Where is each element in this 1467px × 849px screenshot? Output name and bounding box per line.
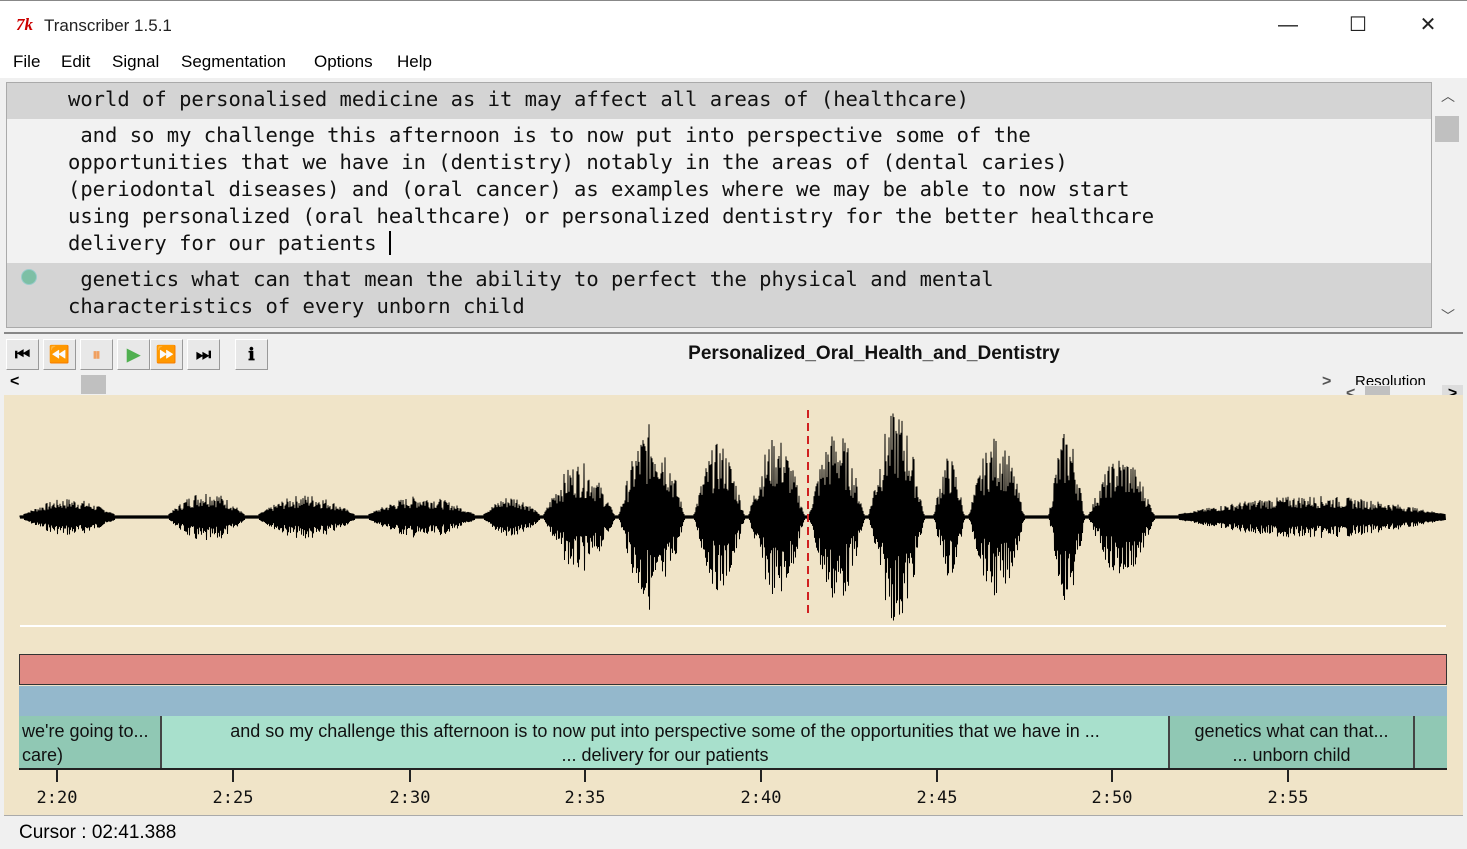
segment-text: and so my challenge this afternoon is to…: [68, 123, 1155, 255]
segment-line: ... unborn child: [1232, 745, 1351, 765]
scroll-left-icon[interactable]: <: [10, 373, 19, 391]
menu-bar: File Edit Signal Segmentation Options He…: [0, 48, 1467, 78]
timeline-label: 2:45: [916, 788, 958, 808]
menu-options[interactable]: Options: [314, 52, 373, 72]
menu-edit[interactable]: Edit: [61, 52, 90, 72]
resolution-label: Resolution: [1355, 373, 1426, 385]
menu-file[interactable]: File: [13, 52, 40, 72]
title-bar: 7k Transcriber 1.5.1 — ☐ ✕: [0, 0, 1467, 48]
timeline-label: 2:55: [1267, 788, 1309, 808]
timeline-label: 2:30: [389, 788, 431, 808]
timeline-tick: [56, 770, 58, 782]
minimize-button[interactable]: —: [1253, 1, 1323, 49]
cursor-position: Cursor : 02:41.388: [19, 822, 177, 843]
timeline-tick: [936, 770, 938, 782]
status-bar: Cursor : 02:41.388: [4, 815, 1463, 849]
scroll-thumb[interactable]: [81, 375, 106, 394]
timeline-tick: [1287, 770, 1289, 782]
timeline-tick: [1111, 770, 1113, 782]
signal-filename: Personalized_Oral_Health_and_Dentistry: [688, 343, 1060, 364]
transcript-scrollbar[interactable]: ︿ ﹀: [1433, 82, 1461, 328]
segment-line: we're going to...: [22, 721, 149, 741]
segment-line: ... delivery for our patients: [561, 745, 769, 765]
text-caret: [388, 231, 404, 255]
segment-line: and so my challenge this afternoon is to…: [230, 721, 1100, 741]
transcript-segment[interactable]: genetics what can that mean the ability …: [7, 263, 1431, 327]
segment-bullet-icon[interactable]: [21, 269, 37, 285]
signal-scrollbar[interactable]: < >: [4, 373, 1340, 395]
segment-block-selected[interactable]: and so my challenge this afternoon is to…: [162, 716, 1170, 769]
transcript-segment-active[interactable]: and so my challenge this afternoon is to…: [7, 119, 1431, 263]
timeline-tick: [584, 770, 586, 782]
menu-signal[interactable]: Signal: [112, 52, 159, 72]
timeline-tick: [232, 770, 234, 782]
transcript-segment[interactable]: world of personalised medicine as it may…: [7, 83, 1431, 119]
window-title: Transcriber 1.5.1: [44, 16, 172, 35]
scroll-thumb[interactable]: [1435, 116, 1459, 142]
segment-line: genetics what can that...: [1194, 721, 1389, 741]
timeline-tick: [409, 770, 411, 782]
timeline-label: 2:50: [1091, 788, 1133, 808]
transcript-editor[interactable]: world of personalised medicine as it may…: [6, 82, 1432, 328]
topic-track[interactable]: [19, 686, 1447, 716]
speaker-track[interactable]: [19, 654, 1447, 685]
timeline-label: 2:35: [564, 788, 606, 808]
timeline-label: 2:20: [36, 788, 78, 808]
maximize-button[interactable]: ☐: [1323, 1, 1393, 49]
timeline-tick: [760, 770, 762, 782]
scroll-up-icon[interactable]: ︿: [1441, 86, 1455, 106]
menu-help[interactable]: Help: [397, 52, 432, 72]
waveform: [19, 413, 1446, 621]
segment-block[interactable]: genetics what can that... ... unborn chil…: [1170, 716, 1415, 769]
menu-segmentation[interactable]: Segmentation: [181, 52, 286, 72]
close-button[interactable]: ✕: [1393, 1, 1463, 49]
segment-line: care): [22, 745, 64, 765]
segment-block[interactable]: we're going to... care): [19, 716, 162, 769]
tk-icon: 7k: [16, 15, 33, 34]
player-toolbar: ⏮ ⏪ ⏸ ▶ ⏩ ⏭ ℹ Personalized_Oral_Health_a…: [4, 332, 1463, 372]
scroll-right-icon[interactable]: >: [1322, 373, 1331, 391]
segment-block[interactable]: [1415, 716, 1447, 769]
timeline-label: 2:40: [740, 788, 782, 808]
timeline-label: 2:25: [212, 788, 254, 808]
scroll-down-icon[interactable]: ﹀: [1441, 306, 1455, 326]
